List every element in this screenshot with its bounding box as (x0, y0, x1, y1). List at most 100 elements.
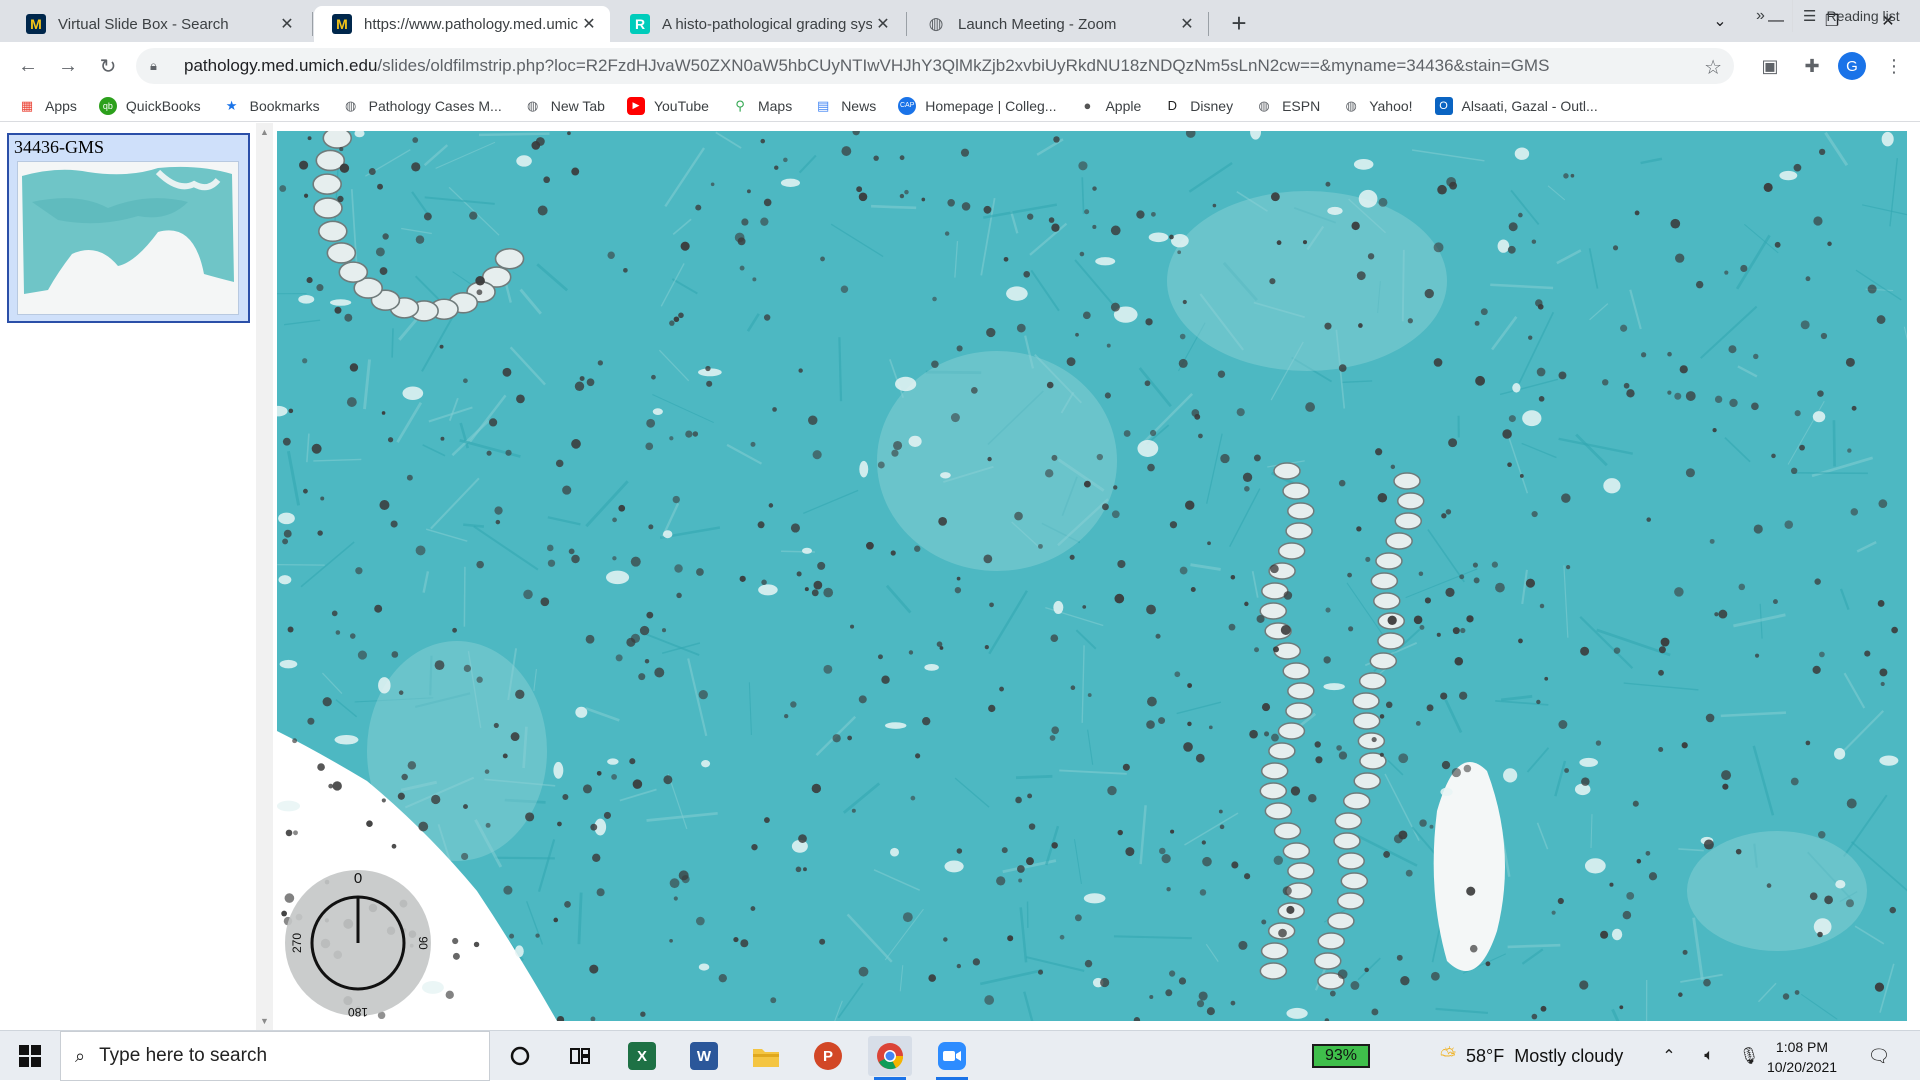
globe-icon: ◍ (926, 14, 946, 34)
filmstrip-scrollbar[interactable]: ▲ ▼ (256, 123, 273, 1030)
dial-label-bottom: 180 (348, 1005, 368, 1018)
bookmark-label: Homepage | Colleg... (925, 98, 1056, 114)
start-button[interactable] (8, 1031, 52, 1081)
show-hidden-icons-chevron-icon[interactable]: ⌃ (1656, 1031, 1682, 1081)
close-tab-icon[interactable]: ✕ (578, 13, 600, 35)
extensions-puzzle-icon[interactable]: ✚ (1798, 52, 1826, 80)
tab-title: Virtual Slide Box - Search (58, 16, 276, 33)
apps-grid-icon: ▦ (18, 97, 36, 115)
bookmark-item[interactable]: OAlsaati, Gazal - Outl... (1435, 97, 1598, 115)
globe-icon: ◍ (1255, 97, 1273, 115)
tab-search-chevron-icon[interactable]: ⌄ (1692, 0, 1748, 42)
bookmark-item[interactable]: ▶YouTube (627, 97, 709, 115)
bookmark-item[interactable]: ▦Apps (18, 97, 77, 115)
more-bookmarks-chevron-icon[interactable]: » (1756, 0, 1765, 32)
slide-label: 34436-GMS (14, 137, 104, 158)
file-explorer-app-button[interactable] (744, 1036, 788, 1076)
tab-title: Launch Meeting - Zoom (958, 16, 1176, 33)
url-text[interactable]: pathology.med.umich.edu/slides/oldfilmst… (184, 56, 1549, 76)
browser-toolbar: ← → ↻ 🔒︎ pathology.med.umich.edu/slides/… (0, 42, 1920, 90)
new-tab-button[interactable]: + (1222, 6, 1256, 40)
zoom-app-button[interactable] (930, 1036, 974, 1076)
browser-tab-strip: M Virtual Slide Box - Search ✕ M https:/… (0, 0, 1920, 42)
close-tab-icon[interactable]: ✕ (1176, 13, 1198, 35)
excel-app-button[interactable]: X (620, 1036, 664, 1076)
notifications-icon[interactable]: 🗨︎ (1866, 1043, 1892, 1069)
partly-cloudy-icon: ⛅︎ (1440, 1045, 1456, 1068)
address-bar[interactable]: 🔒︎ pathology.med.umich.edu/slides/oldfil… (136, 48, 1734, 84)
chrome-app-button[interactable] (868, 1036, 912, 1076)
researchgate-r-icon: R (630, 14, 650, 34)
profile-avatar[interactable]: G (1838, 52, 1866, 80)
scroll-up-arrow-icon[interactable]: ▲ (259, 127, 270, 137)
taskbar-clock[interactable]: 1:08 PM 10/20/2021 (1762, 1037, 1842, 1077)
taskbar-search-placeholder: Type here to search (99, 1045, 267, 1067)
tab-histo-grading[interactable]: R A histo-pathological grading system ✕ (612, 6, 904, 42)
dial-label-top: 0 (354, 870, 362, 887)
globe-icon: ◍ (342, 97, 360, 115)
bookmark-item[interactable]: ◍New Tab (524, 97, 605, 115)
weather-widget[interactable]: ⛅︎ 58°F Mostly cloudy (1440, 1031, 1623, 1081)
reading-list-button[interactable]: ☰ Reading list (1792, 0, 1900, 32)
forward-button[interactable]: → (52, 50, 84, 82)
bookmark-star-icon[interactable]: ☆ (1704, 55, 1722, 80)
bookmark-item[interactable]: qbQuickBooks (99, 97, 201, 115)
speaker-volume-icon[interactable]: 🔈︎ (1696, 1031, 1722, 1081)
battery-indicator[interactable]: 93% (1312, 1044, 1370, 1068)
rotation-dial[interactable]: 0 90 180 270 (283, 868, 433, 1018)
extension-icon[interactable]: ▣ (1756, 52, 1784, 80)
url-host: pathology.med.umich.edu (184, 56, 377, 75)
bookmark-label: Yahoo! (1369, 98, 1412, 114)
dial-label-right: 90 (416, 936, 430, 950)
star-icon: ★ (223, 97, 241, 115)
url-path: /slides/oldfilmstrip.php?loc=R2FzdHJvaW5… (377, 56, 1549, 75)
dial-label-left: 270 (290, 933, 304, 953)
close-tab-icon[interactable]: ✕ (872, 13, 894, 35)
bookmark-item[interactable]: ◍ ESPN (1255, 97, 1320, 115)
word-app-button[interactable]: W (682, 1036, 726, 1076)
taskbar-search-input[interactable]: ⌕ Type here to search (60, 1031, 490, 1081)
histology-tissue-image (277, 131, 1907, 1021)
microphone-icon[interactable]: 🎙︎ (1736, 1031, 1762, 1081)
bookmark-label: YouTube (654, 98, 709, 114)
tab-oldfilmstrip[interactable]: M https://www.pathology.med.umich.edu/sl… (314, 6, 610, 42)
cortana-circle-icon (509, 1045, 531, 1067)
excel-icon: X (628, 1042, 656, 1070)
lock-icon[interactable]: 🔒︎ (150, 58, 168, 74)
reading-list-label: Reading list (1826, 8, 1899, 24)
slide-thumbnail-card[interactable]: 34436-GMS (7, 133, 250, 323)
reading-list-icon: ☰ (1803, 7, 1816, 25)
powerpoint-app-button[interactable]: P (806, 1036, 850, 1076)
back-button[interactable]: ← (12, 50, 44, 82)
browser-menu-icon[interactable]: ⋮ (1880, 52, 1908, 80)
news-icon: ▤ (814, 97, 832, 115)
chrome-icon (876, 1042, 904, 1070)
slide-thumbnail-image[interactable] (17, 161, 239, 315)
bookmark-item[interactable]: ⚲Maps (731, 97, 792, 115)
page-content: 34436-GMS ▲ ▼ 0 90 180 270 (0, 123, 1920, 1030)
reload-button[interactable]: ↻ (92, 50, 124, 82)
bookmark-item[interactable]: DDisney (1163, 97, 1233, 115)
word-icon: W (690, 1042, 718, 1070)
rotation-dial-svg: 0 90 180 270 (283, 868, 433, 1018)
bookmark-item[interactable]: ★Bookmarks (223, 97, 320, 115)
bookmark-item[interactable]: ●Apple (1078, 97, 1141, 115)
bookmark-label: Disney (1190, 98, 1233, 114)
task-view-icon[interactable] (558, 1036, 602, 1076)
bookmarks-bar: ▦Apps qbQuickBooks ★Bookmarks ◍ Pathology Ca… (0, 90, 1920, 122)
bookmark-item[interactable]: CAPHomepage | Colleg... (898, 97, 1056, 115)
zoom-icon (938, 1042, 966, 1070)
bookmark-item[interactable]: ◍Yahoo! (1342, 97, 1412, 115)
scroll-down-arrow-icon[interactable]: ▼ (259, 1016, 270, 1026)
file-explorer-icon (752, 1044, 780, 1068)
bookmark-item[interactable]: ▤News (814, 97, 876, 115)
bookmark-item[interactable]: ◍ Pathology Cases M... (342, 97, 502, 115)
slide-viewer[interactable] (277, 131, 1907, 1021)
bookmark-label: Pathology Cases M... (369, 98, 502, 114)
close-tab-icon[interactable]: ✕ (276, 13, 298, 35)
cortana-icon[interactable] (498, 1036, 542, 1076)
tab-launch-meeting-zoom[interactable]: ◍ Launch Meeting - Zoom ✕ (908, 6, 1208, 42)
clock-time: 1:08 PM (1762, 1037, 1842, 1057)
tab-virtual-slide-box[interactable]: M Virtual Slide Box - Search ✕ (8, 6, 308, 42)
bookmark-label: ESPN (1282, 98, 1320, 114)
